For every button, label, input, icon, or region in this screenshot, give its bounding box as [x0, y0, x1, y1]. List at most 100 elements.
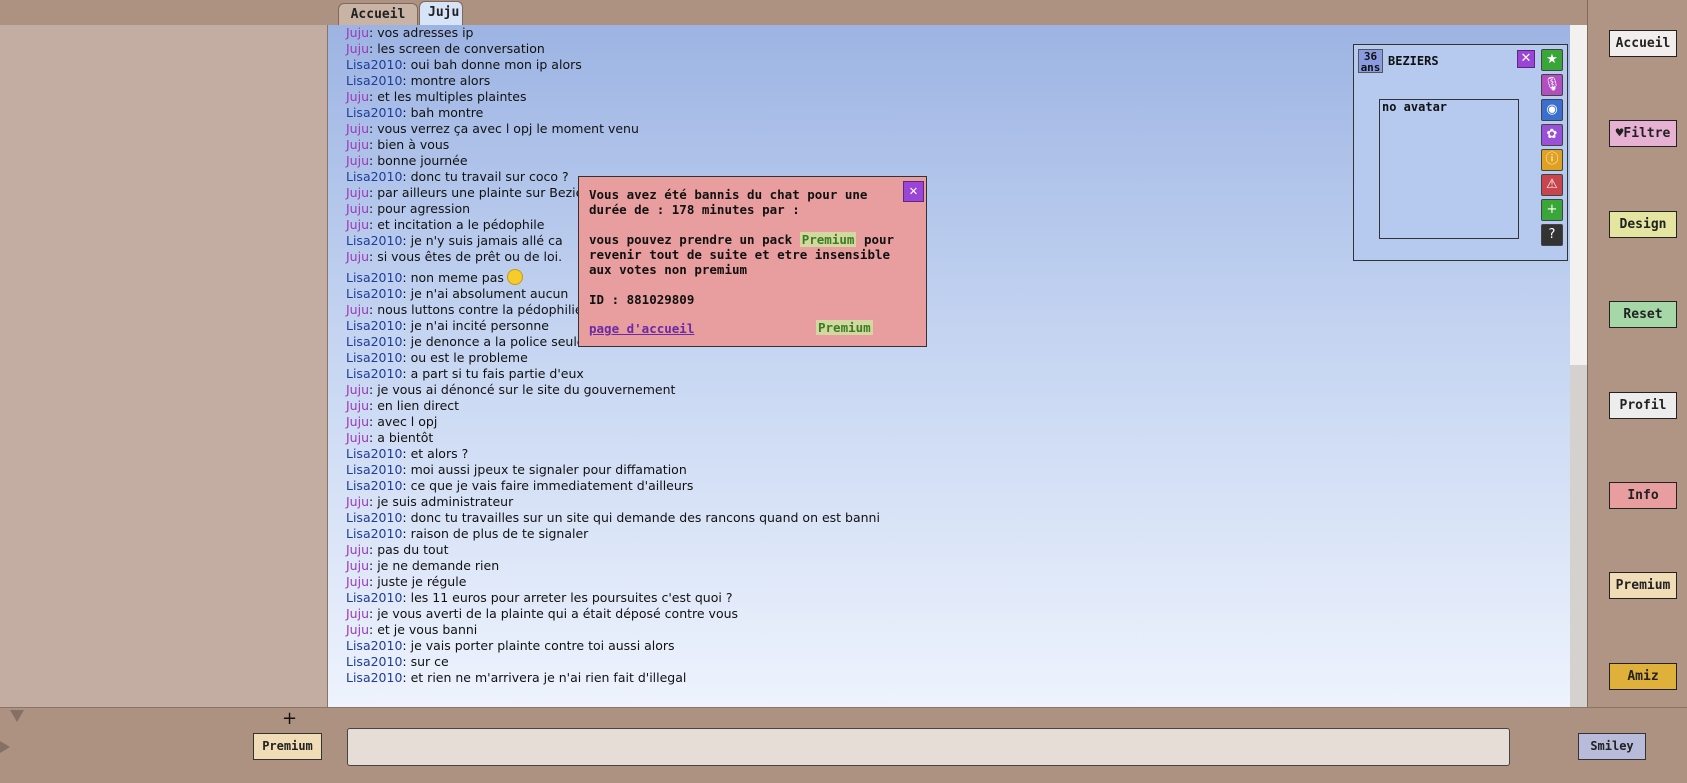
tab-juju[interactable]: Juju [419, 1, 463, 26]
message-nick[interactable]: Juju [346, 121, 369, 136]
message-nick[interactable]: Lisa2010 [346, 334, 402, 349]
close-icon[interactable]: ✕ [1517, 50, 1535, 68]
chat-scrollbar[interactable] [1570, 25, 1587, 707]
ban-popup: ✕ Vous avez été bannis du chat pour une … [578, 176, 927, 347]
collapse-arrow-icon[interactable] [10, 710, 24, 722]
message-nick[interactable]: Juju [346, 25, 369, 40]
info-icon[interactable]: ⓘ [1541, 149, 1563, 171]
message-nick[interactable]: Lisa2010 [346, 233, 402, 248]
message-nick[interactable]: Lisa2010 [346, 366, 402, 381]
message-text: les screen de conversation [377, 41, 545, 56]
warning-icon[interactable]: ⚠ [1541, 174, 1563, 196]
message-nick[interactable]: Lisa2010 [346, 654, 402, 669]
age-unit: ans [1360, 61, 1381, 74]
chat-input[interactable] [347, 728, 1510, 766]
microphone-icon[interactable]: 🎙 [1541, 74, 1563, 96]
home-page-link[interactable]: page d'accueil [589, 321, 694, 336]
chat-message: Lisa2010: raison de plus de te signaler [346, 526, 589, 541]
message-nick[interactable]: Juju [346, 494, 369, 509]
message-text: avec l opj [377, 414, 438, 429]
accueil-button[interactable]: Accueil [1609, 30, 1677, 57]
tab-accueil[interactable]: Accueil [338, 3, 418, 25]
message-list: Juju: vos adresses ip Juju: les screen de… [346, 25, 880, 686]
plus-icon[interactable]: + [282, 710, 297, 728]
chat-message: Juju: et je vous banni [346, 622, 478, 637]
message-nick[interactable]: Juju [346, 185, 369, 200]
message-nick[interactable]: Lisa2010 [346, 73, 402, 88]
premium-button[interactable]: Premium [816, 320, 873, 335]
message-text: pas du tout [377, 542, 449, 557]
smiley-button[interactable]: Smiley [1578, 733, 1646, 760]
premium-bottom-button[interactable]: Premium [253, 733, 322, 760]
message-nick[interactable]: Juju [346, 41, 369, 56]
message-nick[interactable]: Lisa2010 [346, 478, 402, 493]
message-nick[interactable]: Lisa2010 [346, 446, 402, 461]
message-nick[interactable]: Lisa2010 [346, 57, 402, 72]
smiley-icon [506, 268, 523, 285]
message-nick[interactable]: Lisa2010 [346, 526, 402, 541]
add-icon[interactable]: + [1541, 199, 1563, 221]
webcam-icon[interactable]: ◉ [1541, 99, 1563, 121]
message-nick[interactable]: Juju [346, 137, 369, 152]
message-nick[interactable]: Juju [346, 153, 369, 168]
message-nick[interactable]: Juju [346, 430, 369, 445]
message-nick[interactable]: Lisa2010 [346, 510, 402, 525]
message-nick[interactable]: Lisa2010 [346, 286, 402, 301]
star-icon[interactable]: ★ [1541, 49, 1563, 71]
message-nick[interactable]: Juju [346, 558, 369, 573]
message-nick[interactable]: Juju [346, 414, 369, 429]
message-nick[interactable]: Juju [346, 574, 369, 589]
message-nick[interactable]: Juju [346, 606, 369, 621]
chat-message: Lisa2010: et rien ne m'arrivera je n'ai … [346, 670, 687, 685]
message-text: a bientôt [377, 430, 434, 445]
expand-arrow-icon[interactable] [0, 741, 10, 753]
message-nick[interactable]: Lisa2010 [346, 270, 402, 285]
city-label: BEZIERS [1388, 54, 1439, 68]
premium-inline-link[interactable]: Premium [799, 232, 857, 247]
message-text: donc tu travail sur coco ? [410, 169, 569, 184]
message-nick[interactable]: Juju [346, 302, 369, 317]
message-nick[interactable]: Lisa2010 [346, 462, 402, 477]
message-text: vous verrez ça avec l opj le moment venu [377, 121, 639, 136]
profil-button[interactable]: Profil [1609, 392, 1677, 419]
chat-message: Juju: a bientôt [346, 430, 434, 445]
message-text: je vous averti de la plainte qui a était… [377, 606, 739, 621]
bottom-bar: + Premium Smiley [0, 707, 1687, 783]
premium-button[interactable]: Premium [1609, 572, 1677, 599]
message-nick[interactable]: Juju [346, 382, 369, 397]
chat-message: Juju: je vous averti de la plainte qui a… [346, 606, 739, 621]
offer-text-before: vous pouvez prendre un pack [589, 232, 793, 247]
help-icon[interactable]: ? [1541, 224, 1563, 246]
amiz-button[interactable]: Amiz [1609, 663, 1677, 690]
message-nick[interactable]: Lisa2010 [346, 105, 402, 120]
message-text: donc tu travailles sur un site qui deman… [410, 510, 880, 525]
message-nick[interactable]: Lisa2010 [346, 318, 402, 333]
message-nick[interactable]: Lisa2010 [346, 169, 402, 184]
message-nick[interactable]: Lisa2010 [346, 590, 402, 605]
chat-message: Lisa2010: montre alors [346, 73, 491, 88]
chat-message: Lisa2010: et alors ? [346, 446, 469, 461]
info-button[interactable]: Info [1609, 482, 1677, 509]
close-icon[interactable]: ✕ [903, 181, 924, 202]
message-text: oui bah donne mon ip alors [410, 57, 582, 72]
message-text: et incitation a le pédophile [377, 217, 545, 232]
message-text: et je vous banni [377, 622, 478, 637]
avatar: no avatar [1379, 99, 1519, 239]
filtre-button[interactable]: ♥Filtre [1609, 120, 1677, 147]
message-text: je suis administrateur [377, 494, 514, 509]
message-nick[interactable]: Juju [346, 622, 369, 637]
message-nick[interactable]: Lisa2010 [346, 670, 402, 685]
message-text: non meme pas [410, 270, 504, 285]
message-nick[interactable]: Lisa2010 [346, 638, 402, 653]
message-nick[interactable]: Juju [346, 217, 369, 232]
message-nick[interactable]: Juju [346, 249, 369, 264]
message-nick[interactable]: Juju [346, 542, 369, 557]
message-nick[interactable]: Juju [346, 398, 369, 413]
flower-icon[interactable]: ✿ [1541, 124, 1563, 146]
scrollbar-thumb[interactable] [1570, 25, 1587, 365]
reset-button[interactable]: Reset [1609, 301, 1677, 328]
design-button[interactable]: Design [1609, 211, 1677, 238]
message-nick[interactable]: Lisa2010 [346, 350, 402, 365]
message-nick[interactable]: Juju [346, 89, 369, 104]
message-nick[interactable]: Juju [346, 201, 369, 216]
